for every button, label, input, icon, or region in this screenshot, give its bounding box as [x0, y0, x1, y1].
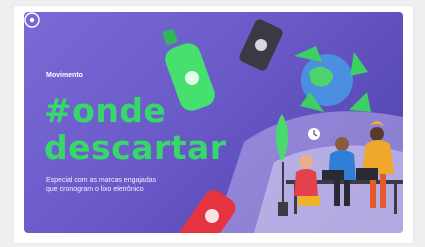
- green-bottle-icon: [162, 28, 215, 111]
- subtitle-line-2: que cronogram o lixo eletrônico: [46, 186, 144, 193]
- kicker-label: Movimento: [46, 72, 83, 79]
- campaign-banner[interactable]: Movimento #onde descartar Especial com a…: [24, 12, 403, 233]
- clock-icon: [308, 128, 320, 140]
- headline-line-1: #onde: [44, 91, 167, 130]
- laptop-icon: [322, 170, 344, 180]
- content-card[interactable]: Movimento #onde descartar Especial com a…: [14, 6, 413, 243]
- phone-icon: [239, 19, 283, 71]
- recycle-globe-icon: [294, 46, 371, 112]
- headline-line-2: descartar: [44, 128, 227, 167]
- brand-logo-icon: [24, 12, 40, 28]
- laptop-icon: [356, 168, 378, 180]
- subtitle-line-1: Especial com as marcas engajadas: [46, 177, 157, 184]
